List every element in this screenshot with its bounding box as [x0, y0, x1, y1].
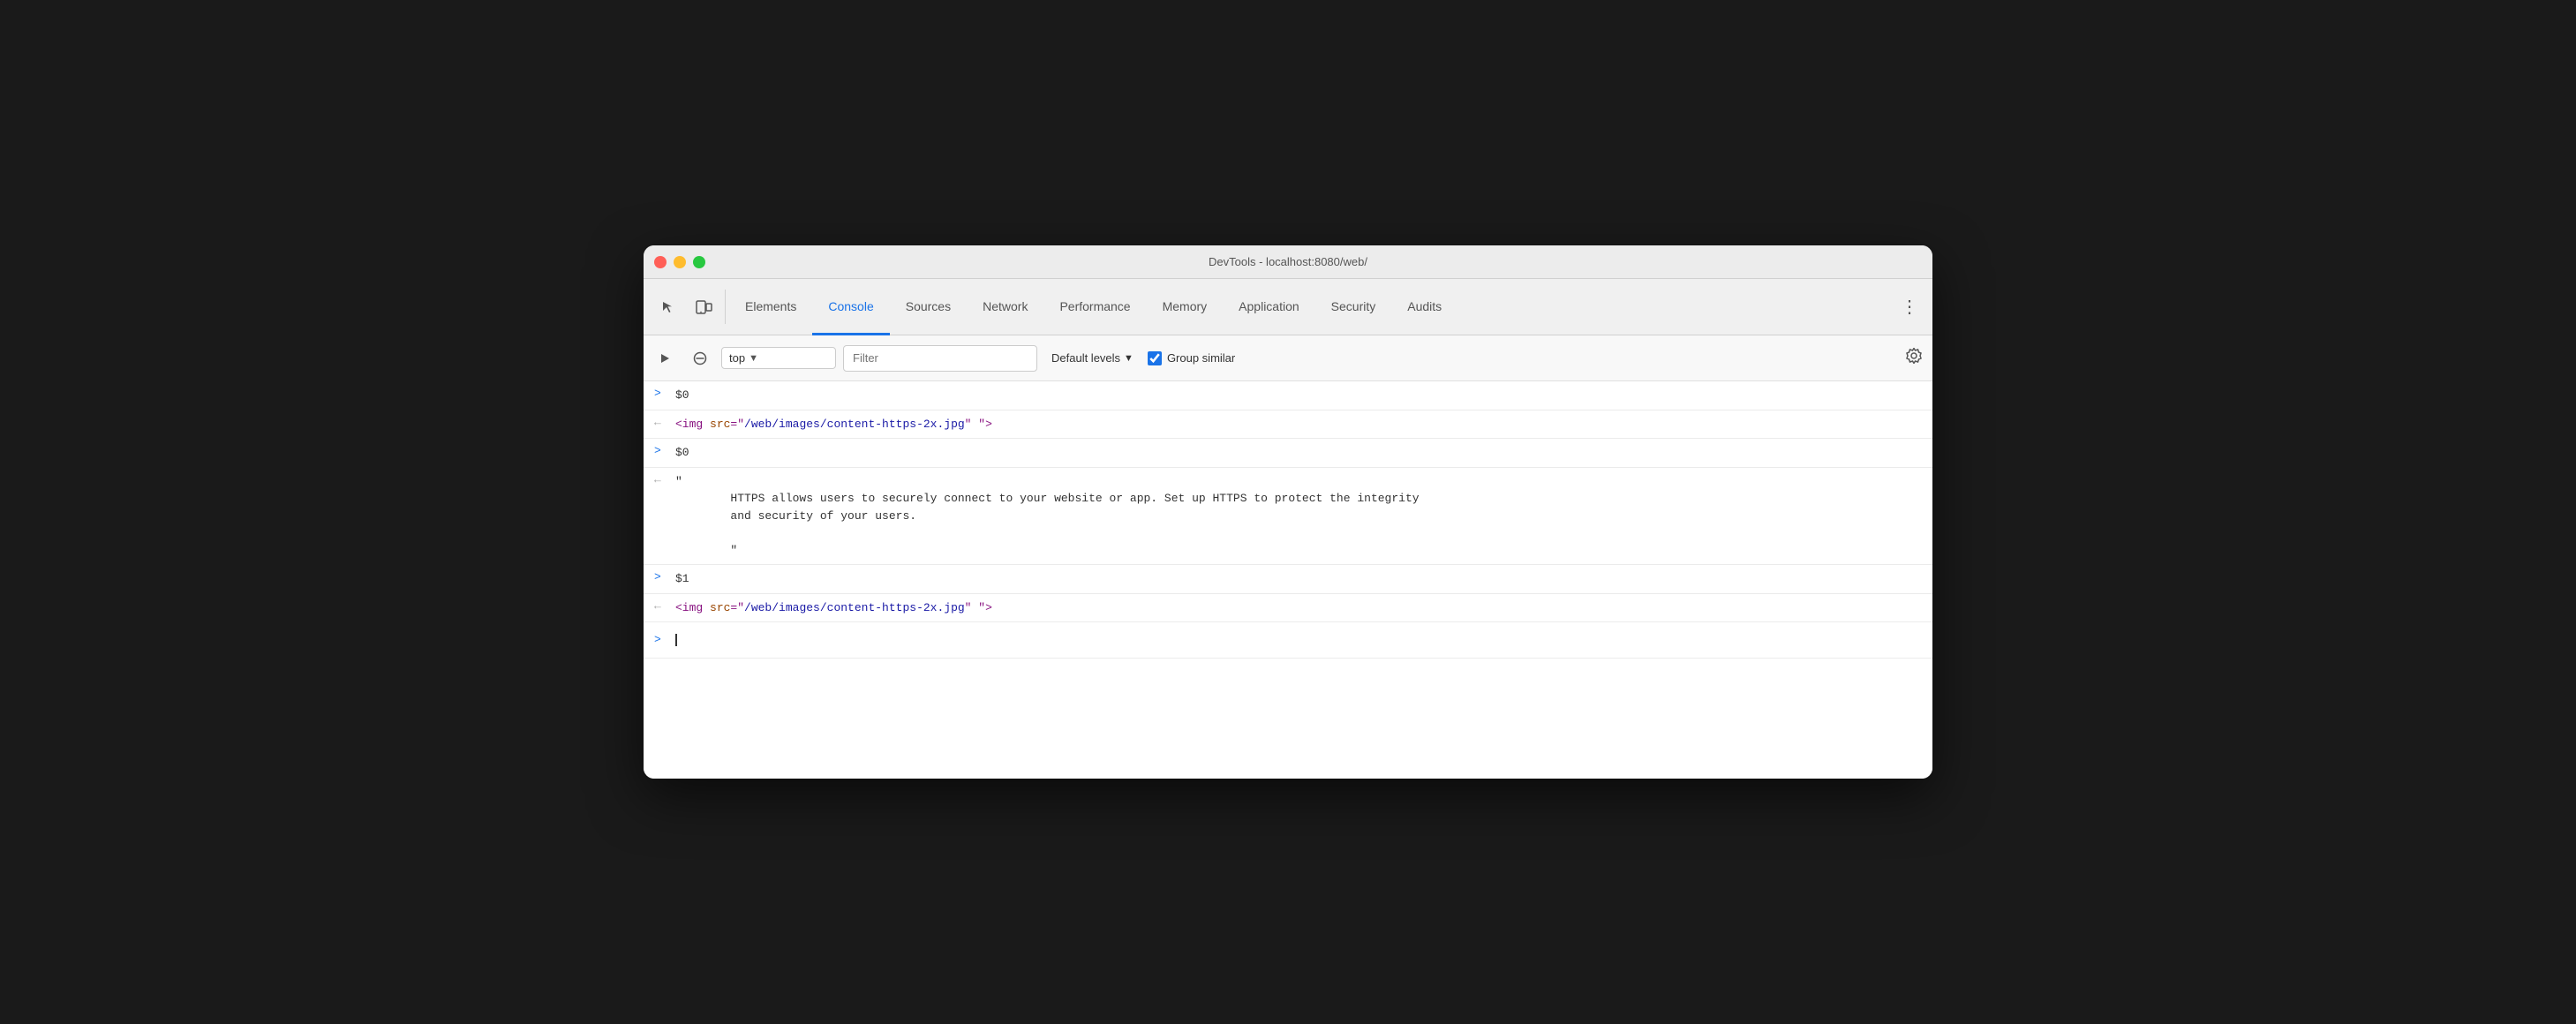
- execute-script-button[interactable]: [651, 344, 679, 373]
- entry-text-3: $0: [668, 439, 1932, 467]
- output-chevron-2[interactable]: ←: [644, 410, 668, 434]
- output-chevron-4[interactable]: ←: [644, 468, 668, 492]
- console-entry-1: > $0: [644, 381, 1932, 410]
- entry-text-4: " HTTPS allows users to securely connect…: [668, 468, 1932, 565]
- tab-elements[interactable]: Elements: [729, 280, 812, 335]
- more-tabs-button[interactable]: ⋮: [1894, 279, 1925, 335]
- close-button[interactable]: [654, 256, 667, 268]
- tab-console[interactable]: Console: [812, 280, 889, 335]
- device-toggle-button[interactable]: [686, 279, 721, 335]
- tab-security[interactable]: Security: [1315, 280, 1392, 335]
- cursor: [675, 634, 677, 646]
- entry-text-1: $0: [668, 381, 1932, 410]
- console-input-row[interactable]: >: [644, 622, 1932, 659]
- devtools-tabbar: Elements Console Sources Network Perform…: [644, 279, 1932, 335]
- console-output: > $0 ← <img src="/web/images/content-htt…: [644, 381, 1932, 779]
- levels-arrow-icon: ▼: [1124, 353, 1134, 364]
- group-similar-checkbox[interactable]: [1148, 351, 1162, 365]
- entry-text-6: <img src="/web/images/content-https-2x.j…: [668, 594, 1932, 622]
- maximize-button[interactable]: [693, 256, 705, 268]
- tab-application[interactable]: Application: [1223, 280, 1315, 335]
- console-entry-2: ← <img src="/web/images/content-https-2x…: [644, 410, 1932, 440]
- tab-sources[interactable]: Sources: [890, 280, 967, 335]
- console-entry-4: ← " HTTPS allows users to securely conne…: [644, 468, 1932, 566]
- console-entry-5: > $1: [644, 565, 1932, 594]
- console-input-chevron: >: [644, 629, 668, 650]
- settings-button[interactable]: [1902, 344, 1925, 372]
- filter-input[interactable]: [843, 345, 1037, 372]
- context-arrow: ▼: [749, 353, 758, 364]
- console-entry-3: > $0: [644, 439, 1932, 468]
- clear-console-button[interactable]: [686, 344, 714, 373]
- devtools-window: DevTools - localhost:8080/web/ Elements …: [644, 245, 1932, 779]
- window-title: DevTools - localhost:8080/web/: [1209, 255, 1367, 268]
- titlebar: DevTools - localhost:8080/web/: [644, 245, 1932, 279]
- tab-memory[interactable]: Memory: [1147, 280, 1224, 335]
- tab-audits[interactable]: Audits: [1391, 280, 1457, 335]
- link-1[interactable]: /web/images/content-https-2x.jpg: [744, 418, 965, 431]
- output-chevron-6[interactable]: ←: [644, 594, 668, 618]
- tab-performance[interactable]: Performance: [1043, 280, 1146, 335]
- tab-list: Elements Console Sources Network Perform…: [729, 279, 1894, 335]
- entry-text-2: <img src="/web/images/content-https-2x.j…: [668, 410, 1932, 439]
- entry-text-5: $1: [668, 565, 1932, 593]
- tab-separator: [725, 290, 726, 324]
- console-toolbar: top ▼ Default levels ▼ Group similar: [644, 335, 1932, 381]
- tab-network[interactable]: Network: [967, 280, 1043, 335]
- group-similar-label[interactable]: Group similar: [1148, 351, 1235, 365]
- input-chevron-1[interactable]: >: [644, 381, 668, 405]
- minimize-button[interactable]: [674, 256, 686, 268]
- link-2[interactable]: /web/images/content-https-2x.jpg: [744, 601, 965, 614]
- traffic-lights: [654, 256, 705, 268]
- console-entry-6: ← <img src="/web/images/content-https-2x…: [644, 594, 1932, 623]
- console-cursor-area[interactable]: [668, 626, 1932, 654]
- input-chevron-5[interactable]: >: [644, 565, 668, 589]
- context-selector[interactable]: top ▼: [721, 347, 836, 369]
- inspect-element-button[interactable]: [651, 279, 686, 335]
- levels-button[interactable]: Default levels ▼: [1044, 348, 1141, 368]
- input-chevron-3[interactable]: >: [644, 439, 668, 463]
